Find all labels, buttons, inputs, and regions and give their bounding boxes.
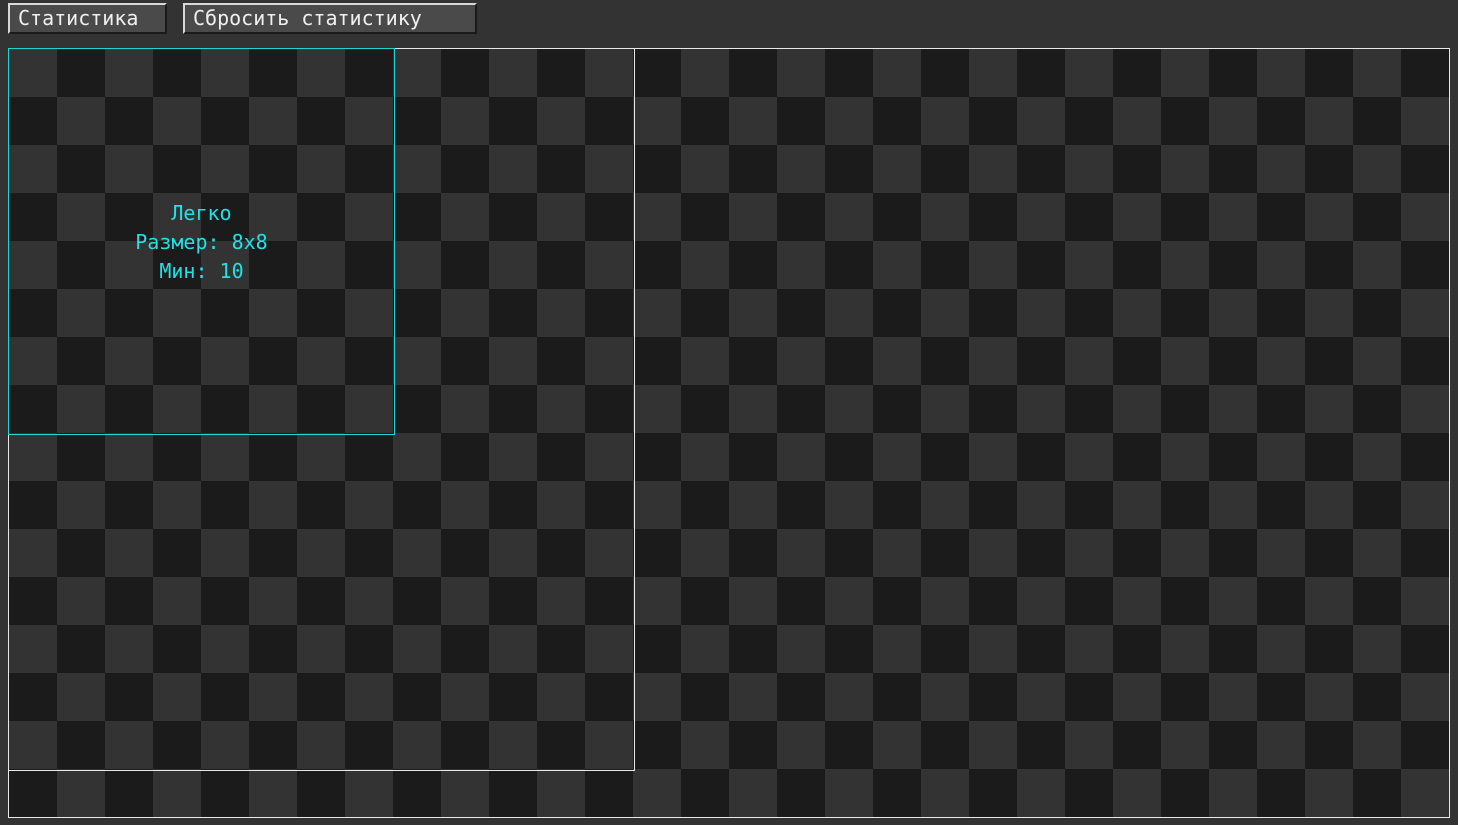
reset-statistics-button[interactable]: Сбросить статистику: [183, 3, 477, 34]
statistics-button[interactable]: Статистика: [8, 3, 167, 34]
difficulty-info: Легко Размер: 8x8 Мин: 10: [9, 199, 394, 286]
difficulty-name: Легко: [171, 201, 232, 225]
difficulty-zone-easy[interactable]: Легко Размер: 8x8 Мин: 10: [8, 48, 395, 435]
difficulty-mines: Мин: 10: [159, 259, 244, 283]
difficulty-size: Размер: 8x8: [135, 230, 268, 254]
